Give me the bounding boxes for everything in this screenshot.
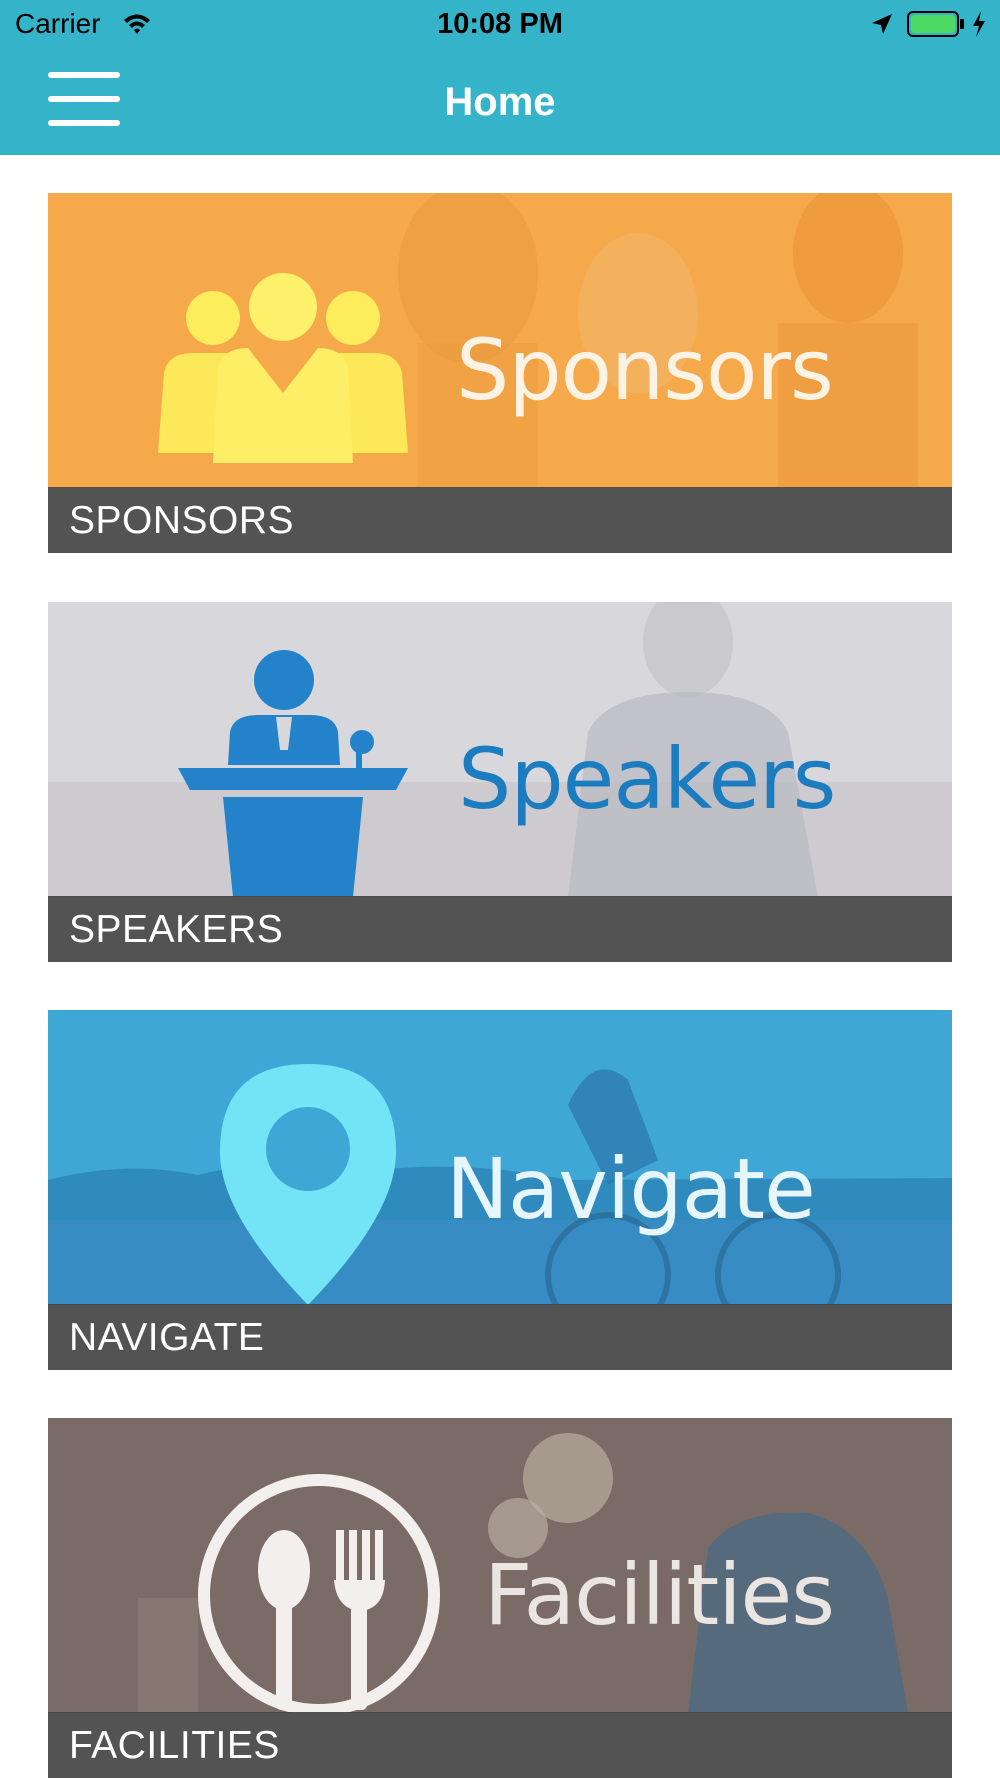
tile-caption-label: SPEAKERS xyxy=(69,908,284,951)
tile-facilities[interactable]: Facilities FACILITIES xyxy=(48,1418,952,1778)
tile-caption: NAVIGATE xyxy=(48,1304,952,1370)
facilities-banner-text: Facilities xyxy=(484,1546,835,1644)
tile-caption-label: FACILITIES xyxy=(69,1724,280,1767)
fork-spoon-icon xyxy=(198,1474,440,1716)
location-arrow-icon xyxy=(872,14,892,34)
tile-caption-label: NAVIGATE xyxy=(69,1316,265,1359)
charging-bolt-icon xyxy=(973,11,985,37)
tile-caption: SPONSORS xyxy=(48,487,952,553)
group-people-icon xyxy=(158,273,408,463)
speaker-podium-icon xyxy=(178,650,408,897)
battery-icon xyxy=(907,11,964,37)
map-pin-icon xyxy=(220,1064,396,1305)
status-bar: Carrier 10:08 PM xyxy=(0,0,1000,50)
hamburger-menu-icon[interactable] xyxy=(44,72,124,132)
tile-speakers[interactable]: Speakers SPEAKERS xyxy=(48,602,952,962)
tile-caption: SPEAKERS xyxy=(48,896,952,962)
tile-sponsors[interactable]: Sponsors SPONSORS xyxy=(48,193,952,553)
carrier-label: Carrier xyxy=(15,8,101,39)
speakers-banner-text: Speakers xyxy=(458,730,836,828)
navigate-banner-text: Navigate xyxy=(446,1140,816,1238)
wifi-icon xyxy=(124,14,150,34)
tile-caption: FACILITIES xyxy=(48,1712,952,1778)
tile-caption-label: SPONSORS xyxy=(69,499,295,542)
navigation-bar: Home xyxy=(0,50,1000,155)
sponsors-banner-text: Sponsors xyxy=(456,321,834,419)
page-title: Home xyxy=(444,80,556,124)
tile-navigate[interactable]: Navigate NAVIGATE xyxy=(48,1010,952,1370)
